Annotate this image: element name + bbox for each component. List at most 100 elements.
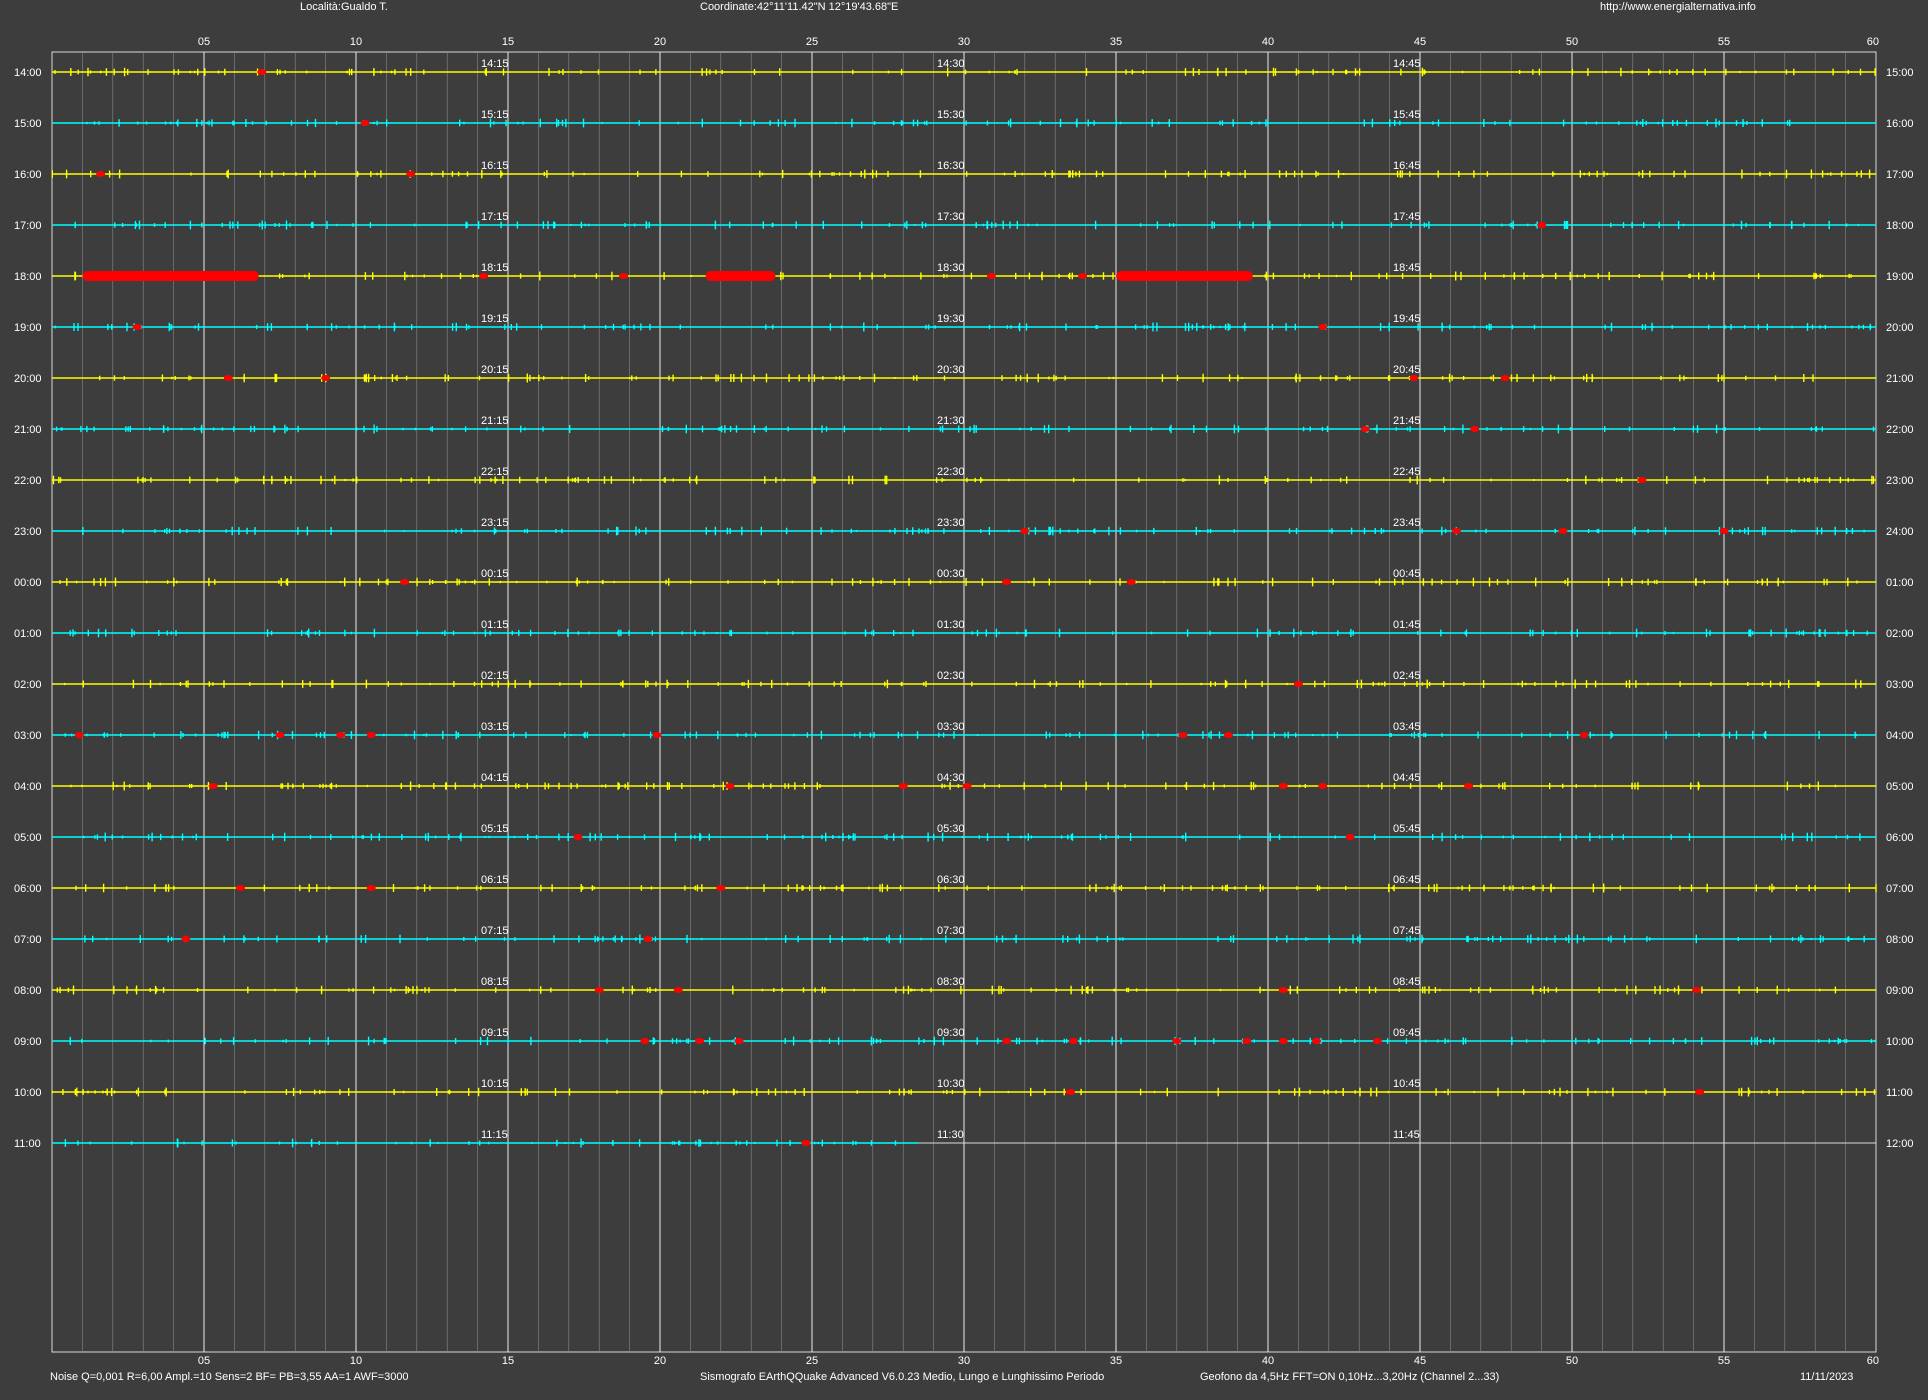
quarter-hour-label: 21:30: [937, 415, 965, 427]
row-start-time: 22:00: [14, 475, 42, 487]
quarter-hour-label: 04:30: [937, 772, 965, 784]
event-marker: [1500, 375, 1510, 381]
row-end-time: 03:00: [1886, 679, 1914, 691]
event-marker: [1695, 1089, 1705, 1095]
event-marker: [132, 324, 142, 330]
quarter-hour-label: 22:45: [1393, 466, 1421, 478]
row-end-time: 09:00: [1886, 985, 1914, 997]
sensor-info: Geofono da 4,5Hz FFT=ON 0,10Hz...3,20Hz …: [1200, 1371, 1500, 1383]
event-marker: [181, 936, 191, 942]
event-marker: [1312, 1038, 1322, 1044]
quarter-hour-label: 11:30: [937, 1129, 964, 1141]
quarter-hour-label: 02:30: [937, 670, 965, 682]
quarter-hour-label: 15:15: [481, 109, 509, 121]
x-tick-label-top: 40: [1262, 36, 1274, 48]
event-marker: [986, 273, 996, 279]
event-marker: [366, 732, 376, 738]
row-start-time: 05:00: [14, 832, 42, 844]
row-start-time: 14:00: [14, 67, 42, 79]
x-tick-label-top: 45: [1414, 36, 1426, 48]
quarter-hour-label: 14:15: [481, 58, 509, 70]
event-marker: [898, 783, 908, 789]
event-marker: [643, 936, 653, 942]
event-marker: [275, 732, 285, 738]
row-start-time: 04:00: [14, 781, 42, 793]
event-marker: [1172, 1038, 1182, 1044]
event-marker: [1278, 783, 1288, 789]
x-tick-label-top: 20: [654, 36, 666, 48]
row-end-time: 06:00: [1886, 832, 1914, 844]
row-end-time: 21:00: [1886, 373, 1914, 385]
quarter-hour-label: 07:30: [937, 925, 965, 937]
quarter-hour-label: 07:45: [1393, 925, 1421, 937]
event-marker: [96, 171, 106, 177]
x-tick-label-bottom: 20: [654, 1355, 666, 1367]
row-start-time: 08:00: [14, 985, 42, 997]
event-marker: [1178, 732, 1188, 738]
row-start-time: 17:00: [14, 220, 42, 232]
quarter-hour-label: 05:15: [481, 823, 509, 835]
event-marker: [1558, 528, 1568, 534]
event-marker: [716, 885, 726, 891]
event-marker: [1020, 528, 1030, 534]
quarter-hour-label: 14:30: [937, 58, 965, 70]
quarter-hour-label: 03:15: [481, 721, 509, 733]
x-tick-label-bottom: 50: [1566, 1355, 1578, 1367]
quarter-hour-label: 16:45: [1393, 160, 1421, 172]
record-date: 11/11/2023: [1800, 1371, 1854, 1383]
event-marker: [1002, 1038, 1012, 1044]
event-marker: [1537, 222, 1547, 228]
quarter-hour-label: 02:45: [1393, 670, 1421, 682]
row-end-time: 05:00: [1886, 781, 1914, 793]
event-marker: [1318, 324, 1328, 330]
quarter-hour-label: 17:30: [937, 211, 965, 223]
event-marker: [360, 120, 370, 126]
row-end-time: 12:00: [1886, 1138, 1914, 1150]
quarter-hour-label: 22:30: [937, 466, 965, 478]
event-marker: [594, 987, 604, 993]
seismogram-chart: 05 05 10 10 15 15 20 20 25 25 30 30 35 35 40 40 45 45 50 50…: [14, 36, 1914, 1367]
quarter-hour-label: 16:15: [481, 160, 509, 172]
row-start-time: 00:00: [14, 577, 42, 589]
row-start-time: 07:00: [14, 934, 42, 946]
event-marker: [695, 1038, 705, 1044]
x-tick-label-bottom: 40: [1262, 1355, 1274, 1367]
x-tick-label-bottom: 10: [350, 1355, 362, 1367]
row-start-time: 15:00: [14, 118, 42, 130]
x-tick-label-bottom: 30: [958, 1355, 970, 1367]
quarter-hour-label: 16:30: [937, 160, 965, 172]
event-marker: [1126, 579, 1136, 585]
software-version: Sismografo EArthQQuake Advanced V6.0.23 …: [700, 1371, 1105, 1383]
quarter-hour-label: 05:45: [1393, 823, 1421, 835]
row-end-time: 24:00: [1886, 526, 1914, 538]
event-marker: [1293, 681, 1303, 687]
x-tick-label-bottom: 25: [806, 1355, 818, 1367]
event-marker: [1068, 1038, 1078, 1044]
row-end-time: 19:00: [1886, 271, 1914, 283]
quarter-hour-label: 00:45: [1393, 568, 1421, 580]
quarter-hour-label: 06:15: [481, 874, 509, 886]
row-start-time: 10:00: [14, 1087, 42, 1099]
quarter-hour-label: 19:30: [937, 313, 965, 325]
row-end-time: 04:00: [1886, 730, 1914, 742]
row-end-time: 11:00: [1886, 1087, 1913, 1099]
quarter-hour-label: 01:45: [1393, 619, 1421, 631]
event-marker: [1692, 987, 1702, 993]
event-marker: [1318, 783, 1328, 789]
quarter-hour-label: 18:45: [1393, 262, 1421, 274]
x-tick-label-bottom: 05: [198, 1355, 210, 1367]
event-marker: [400, 579, 410, 585]
x-tick-label-bottom: 15: [502, 1355, 514, 1367]
event-marker: [74, 732, 84, 738]
event-marker: [1065, 1089, 1075, 1095]
quarter-hour-label: 18:30: [937, 262, 965, 274]
x-tick-label-bottom: 35: [1110, 1355, 1122, 1367]
row-start-time: 01:00: [14, 628, 42, 640]
event-marker: [479, 273, 489, 279]
event-marker: [223, 375, 233, 381]
event-marker: [1409, 375, 1419, 381]
event-marker: [1278, 1038, 1288, 1044]
event-marker: [321, 375, 331, 381]
row-start-time: 02:00: [14, 679, 42, 691]
row-start-time: 09:00: [14, 1036, 42, 1048]
